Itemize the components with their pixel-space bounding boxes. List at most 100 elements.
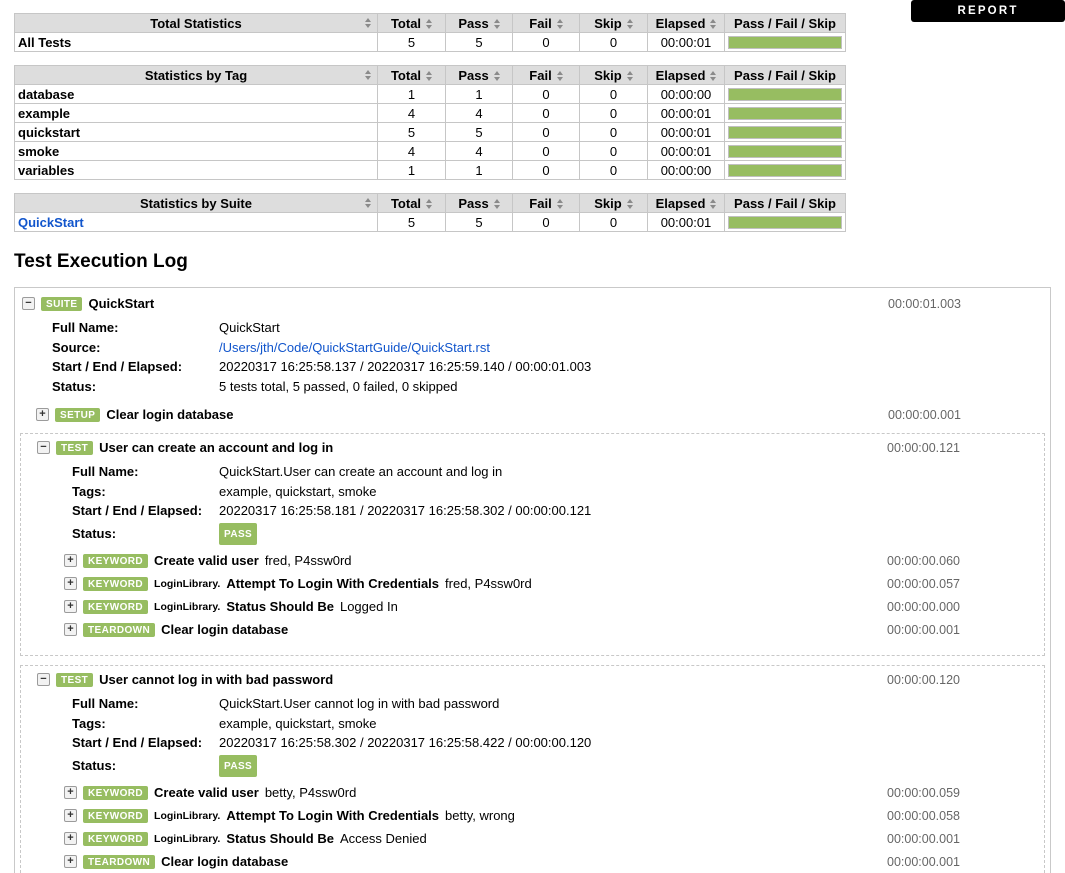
stat-link-quickstart-suite[interactable]: QuickStart [18,215,84,230]
total-statistics-title-header[interactable]: Total Statistics [15,14,378,33]
keyword-row-attempt-to-login[interactable]: KEYWORD LoginLibrary. Attempt To Login W… [64,576,1044,591]
expand-icon[interactable] [64,554,77,567]
stat-pass: 5 [446,213,513,232]
sort-icon[interactable] [710,71,716,81]
col-header-skip[interactable]: Skip [580,66,648,85]
col-header-fail[interactable]: Fail [513,14,580,33]
col-header-pass[interactable]: Pass [446,194,513,213]
expand-icon[interactable] [64,623,77,636]
meta-label: Status: [72,756,219,776]
test-tags-value: example, quickstart, smoke [219,714,377,734]
stat-link-all-tests[interactable]: All Tests [18,35,71,50]
col-header-total[interactable]: Total [378,66,446,85]
keyword-elapsed-time: 00:00:00.001 [887,855,1044,869]
sort-icon[interactable] [627,19,633,29]
keyword-name: Create valid user [154,553,259,568]
keyword-row-status-should-be[interactable]: KEYWORD LoginLibrary. Status Should Be A… [64,831,1044,846]
col-label: Skip [594,196,621,211]
stat-name-cell: database [15,85,378,104]
keyword-args: fred, P4ssw0rd [445,576,532,591]
col-header-skip[interactable]: Skip [580,14,648,33]
sort-icon[interactable] [494,199,500,209]
col-header-pass-fail-skip: Pass / Fail / Skip [725,194,846,213]
stats-row-variables: variables 1 1 0 0 00:00:00 [15,161,846,180]
pass-fail-skip-graph [728,107,842,120]
col-header-elapsed[interactable]: Elapsed [648,194,725,213]
tag-statistics-title-header[interactable]: Statistics by Tag [15,66,378,85]
expand-icon[interactable] [64,855,77,868]
stat-link-smoke[interactable]: smoke [18,144,59,159]
sort-icon[interactable] [710,199,716,209]
meta-label: Full Name: [52,318,219,338]
expand-icon[interactable] [64,832,77,845]
sort-icon[interactable] [365,198,371,208]
sort-icon[interactable] [557,199,563,209]
sort-icon[interactable] [557,19,563,29]
expand-icon[interactable] [36,408,49,421]
col-header-fail[interactable]: Fail [513,194,580,213]
col-header-skip[interactable]: Skip [580,194,648,213]
stat-pass: 1 [446,85,513,104]
collapse-icon[interactable] [37,673,50,686]
stat-link-variables[interactable]: variables [18,163,74,178]
col-header-elapsed[interactable]: Elapsed [648,14,725,33]
keyword-badge: KEYWORD [83,832,148,846]
sort-icon[interactable] [494,19,500,29]
collapse-icon[interactable] [37,441,50,454]
stat-link-database[interactable]: database [18,87,74,102]
col-header-pass[interactable]: Pass [446,66,513,85]
collapse-icon[interactable] [22,297,35,310]
expand-icon[interactable] [64,577,77,590]
expand-icon[interactable] [64,786,77,799]
suite-times-row: Start / End / Elapsed: 20220317 16:25:58… [52,357,1047,377]
col-header-total[interactable]: Total [378,14,446,33]
keyword-library-prefix: LoginLibrary. [154,601,220,613]
stat-total: 1 [378,85,446,104]
test-element-header[interactable]: TEST User can create an account and log … [37,440,1044,455]
keyword-name: Attempt To Login With Credentials [226,808,439,823]
expand-icon[interactable] [64,809,77,822]
suite-element-header[interactable]: SUITE QuickStart 00:00:01.003 [22,296,1047,311]
test-metadata: Full Name: QuickStart.User cannot log in… [72,694,1044,777]
suite-source-link[interactable]: /Users/jth/Code/QuickStartGuide/QuickSta… [219,338,490,358]
report-button[interactable]: REPORT [911,0,1065,22]
sort-icon[interactable] [426,199,432,209]
col-header-elapsed[interactable]: Elapsed [648,66,725,85]
test-badge: TEST [56,673,93,687]
keyword-row-status-should-be[interactable]: KEYWORD LoginLibrary. Status Should Be L… [64,599,1044,614]
test-full-name-value: QuickStart.User can create an account an… [219,462,502,482]
keyword-library-prefix: LoginLibrary. [154,810,220,822]
stat-link-example[interactable]: example [18,106,70,121]
stat-link-quickstart[interactable]: quickstart [18,125,80,140]
sort-icon[interactable] [365,18,371,28]
sort-icon[interactable] [557,71,563,81]
setup-elapsed-time: 00:00:00.001 [888,408,1047,422]
pass-bar [729,37,841,48]
keyword-badge: KEYWORD [83,809,148,823]
keyword-row-attempt-to-login[interactable]: KEYWORD LoginLibrary. Attempt To Login W… [64,808,1044,823]
sort-icon[interactable] [365,70,371,80]
col-header-fail[interactable]: Fail [513,66,580,85]
keyword-badge: KEYWORD [83,786,148,800]
sort-icon[interactable] [494,71,500,81]
sort-icon[interactable] [426,71,432,81]
col-header-pass[interactable]: Pass [446,14,513,33]
teardown-row-clear-login-database[interactable]: TEARDOWN Clear login database 00:00:00.0… [64,854,1044,869]
keyword-row-create-valid-user[interactable]: KEYWORD Create valid user fred, P4ssw0rd… [64,553,1044,568]
suite-statistics-title-header[interactable]: Statistics by Suite [15,194,378,213]
test-element-header[interactable]: TEST User cannot log in with bad passwor… [37,672,1044,687]
keyword-args: betty, wrong [445,808,515,823]
expand-icon[interactable] [64,600,77,613]
sort-icon[interactable] [627,199,633,209]
stat-skip: 0 [580,33,648,52]
teardown-row-clear-login-database[interactable]: TEARDOWN Clear login database 00:00:00.0… [64,622,1044,637]
suite-setup-row[interactable]: SETUP Clear login database 00:00:00.001 [36,407,1047,422]
keyword-row-create-valid-user[interactable]: KEYWORD Create valid user betty, P4ssw0r… [64,785,1044,800]
col-header-total[interactable]: Total [378,194,446,213]
meta-label: Full Name: [72,462,219,482]
test-status-row: Status: PASS [72,755,1044,778]
sort-icon[interactable] [627,71,633,81]
stat-elapsed: 00:00:01 [648,104,725,123]
sort-icon[interactable] [710,19,716,29]
sort-icon[interactable] [426,19,432,29]
